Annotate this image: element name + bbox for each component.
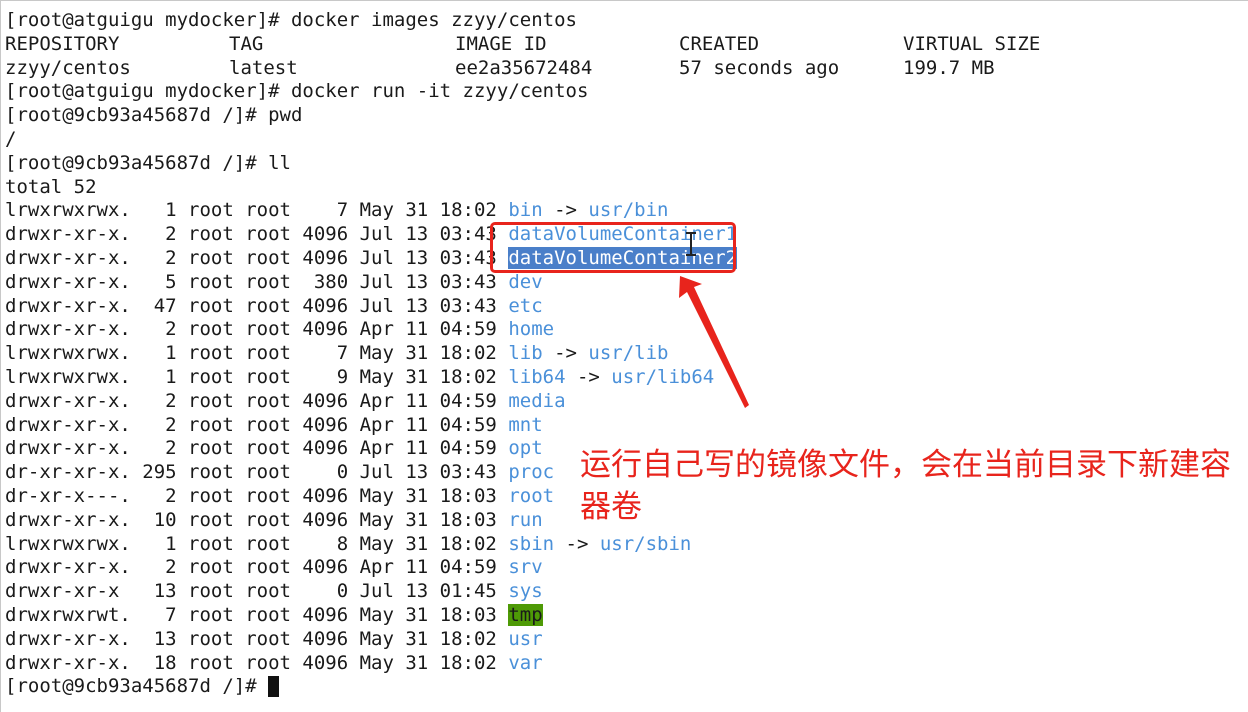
file-attributes: drwxr-xr-x. 13 root root 4096 May 31 18:… xyxy=(5,627,509,650)
list-item: drwxr-xr-x. 2 root root 4096 Apr 11 04:5… xyxy=(5,389,566,413)
terminal-line-text: [root@atguigu mydocker]# docker images z… xyxy=(5,9,577,31)
file-name: usr xyxy=(508,627,543,650)
symlink-arrow: -> xyxy=(565,366,612,388)
file-attributes: dr-xr-xr-x. 295 root root 0 Jul 13 03:43 xyxy=(5,461,509,484)
file-attributes: lrwxrwxrwx. 1 root root 7 May 31 18:02 xyxy=(5,342,509,365)
file-name: run xyxy=(508,508,543,531)
table-cell: ee2a35672484 xyxy=(455,56,593,79)
list-item: drwxr-xr-x. 13 root root 4096 May 31 18:… xyxy=(5,627,543,651)
list-item: dr-xr-xr-x. 295 root root 0 Jul 13 03:43… xyxy=(5,460,554,484)
table-cell: zzyy/centos xyxy=(5,56,131,79)
list-item: lrwxrwxrwx. 1 root root 7 May 31 18:02 b… xyxy=(5,198,669,222)
table-cell: TAG xyxy=(229,32,264,55)
list-item: drwxr-xr-x. 2 root root 4096 Apr 11 04:5… xyxy=(5,555,543,579)
file-name: media xyxy=(508,389,566,412)
list-item: drwxr-xr-x. 47 root root 4096 Jul 13 03:… xyxy=(5,294,543,318)
table-cell: REPOSITORY xyxy=(5,32,120,55)
file-name: sbin xyxy=(508,532,555,555)
terminal-line: [root@9cb93a45687d /]# pwd xyxy=(5,103,302,127)
file-attributes: drwxrwxrwt. 7 root root 4096 May 31 18:0… xyxy=(5,604,509,626)
terminal-window[interactable]: [root@atguigu mydocker]# docker images z… xyxy=(0,0,1248,712)
list-item: lrwxrwxrwx. 1 root root 7 May 31 18:02 l… xyxy=(5,341,669,365)
list-item: drwxr-xr-x. 10 root root 4096 May 31 18:… xyxy=(5,508,543,532)
file-attributes: drwxr-xr-x. 47 root root 4096 Jul 13 03:… xyxy=(5,294,509,317)
symlink-target: usr/bin xyxy=(588,199,669,222)
annotation-text: 运行自己写的镜像文件，会在当前目录下新建容器卷 xyxy=(580,447,1231,525)
file-attributes: dr-xr-x---. 2 root root 4096 May 31 18:0… xyxy=(5,485,509,507)
terminal-cursor xyxy=(268,676,280,698)
terminal-line-text: [root@9cb93a45687d /]# pwd xyxy=(5,104,303,127)
list-item: drwxr-xr-x 13 root root 0 Jul 13 01:45 s… xyxy=(5,579,543,603)
file-attributes: drwxr-xr-x. 5 root root 380 Jul 13 03:43 xyxy=(5,270,509,293)
file-name: etc xyxy=(508,294,543,317)
terminal-line: [root@atguigu mydocker]# docker run -it … xyxy=(5,79,588,103)
file-name: bin xyxy=(508,199,543,222)
list-item: drwxr-xr-x. 2 root root 4096 Apr 11 04:5… xyxy=(5,436,543,460)
file-attributes: lrwxrwxrwx. 1 root root 7 May 31 18:02 xyxy=(5,199,509,222)
file-attributes: lrwxrwxrwx. 1 root root 8 May 31 18:02 xyxy=(5,532,509,555)
file-name: tmp xyxy=(508,604,543,626)
file-attributes: drwxr-xr-x. 2 root root 4096 Apr 11 04:5… xyxy=(5,413,509,436)
symlink-target: usr/lib64 xyxy=(611,366,715,388)
file-name: mnt xyxy=(508,413,543,436)
terminal-line: [root@atguigu mydocker]# docker images z… xyxy=(5,8,577,32)
file-name: root xyxy=(508,485,555,507)
file-attributes: lrwxrwxrwx. 1 root root 9 May 31 18:02 xyxy=(5,366,509,388)
symlink-target: usr/sbin xyxy=(599,532,692,555)
list-item: dr-xr-x---. 2 root root 4096 May 31 18:0… xyxy=(5,484,554,508)
file-attributes: drwxr-xr-x. 18 root root 4096 May 31 18:… xyxy=(5,651,509,674)
symlink-target: usr/lib xyxy=(588,342,669,365)
list-item: drwxr-xr-x. 2 root root 4096 Apr 11 04:5… xyxy=(5,317,554,341)
table-cell: 199.7 MB xyxy=(903,56,995,79)
list-item: drwxr-xr-x. 5 root root 380 Jul 13 03:43… xyxy=(5,270,543,294)
text-cursor-icon xyxy=(686,232,696,256)
list-item: lrwxrwxrwx. 1 root root 8 May 31 18:02 s… xyxy=(5,532,691,556)
table-cell: VIRTUAL SIZE xyxy=(903,32,1041,55)
file-name: sys xyxy=(508,580,543,603)
prompt-text: [root@9cb93a45687d /]# xyxy=(5,675,269,698)
file-name: home xyxy=(508,318,555,341)
file-name: lib64 xyxy=(508,366,566,388)
file-name: proc xyxy=(508,461,555,484)
file-name: srv xyxy=(508,556,543,579)
symlink-arrow: -> xyxy=(554,532,600,555)
file-name: var xyxy=(508,651,543,674)
terminal-line: total 52 xyxy=(5,175,97,199)
symlink-arrow: -> xyxy=(542,199,589,222)
list-item: drwxrwxrwt. 7 root root 4096 May 31 18:0… xyxy=(5,603,543,627)
table-cell: IMAGE ID xyxy=(455,32,547,55)
highlight-box xyxy=(490,222,736,273)
table-cell: CREATED xyxy=(679,32,760,55)
list-item: drwxr-xr-x. 18 root root 4096 May 31 18:… xyxy=(5,651,543,675)
file-attributes: drwxr-xr-x. 2 root root 4096 Jul 13 03:4… xyxy=(5,247,509,269)
file-attributes: drwxr-xr-x 13 root root 0 Jul 13 01:45 xyxy=(5,580,509,603)
file-attributes: drwxr-xr-x. 2 root root 4096 Apr 11 04:5… xyxy=(5,437,509,460)
terminal-line-text: total 52 xyxy=(5,175,97,198)
table-cell: latest xyxy=(229,56,298,79)
file-attributes: drwxr-xr-x. 2 root root 4096 Apr 11 04:5… xyxy=(5,318,509,341)
file-attributes: drwxr-xr-x. 2 root root 4096 Apr 11 04:5… xyxy=(5,389,509,412)
table-cell: 57 seconds ago xyxy=(679,56,840,79)
terminal-line-text: [root@atguigu mydocker]# docker run -it … xyxy=(5,80,589,103)
terminal-line: [root@9cb93a45687d /]# ll xyxy=(5,151,291,175)
file-attributes: drwxr-xr-x. 2 root root 4096 Jul 13 03:4… xyxy=(5,223,509,246)
file-name: lib xyxy=(508,342,543,365)
terminal-line-text: [root@9cb93a45687d /]# ll xyxy=(5,151,291,174)
file-attributes: drwxr-xr-x. 2 root root 4096 Apr 11 04:5… xyxy=(5,556,509,579)
command-prompt: [root@9cb93a45687d /]# xyxy=(5,674,280,698)
symlink-arrow: -> xyxy=(542,342,589,365)
list-item: drwxr-xr-x. 2 root root 4096 Apr 11 04:5… xyxy=(5,413,543,437)
file-name: opt xyxy=(508,437,543,460)
list-item: lrwxrwxrwx. 1 root root 9 May 31 18:02 l… xyxy=(5,365,714,389)
file-name: dev xyxy=(508,270,543,293)
terminal-line: / xyxy=(5,127,16,151)
file-attributes: drwxr-xr-x. 10 root root 4096 May 31 18:… xyxy=(5,508,509,531)
terminal-line-text: / xyxy=(5,128,17,150)
